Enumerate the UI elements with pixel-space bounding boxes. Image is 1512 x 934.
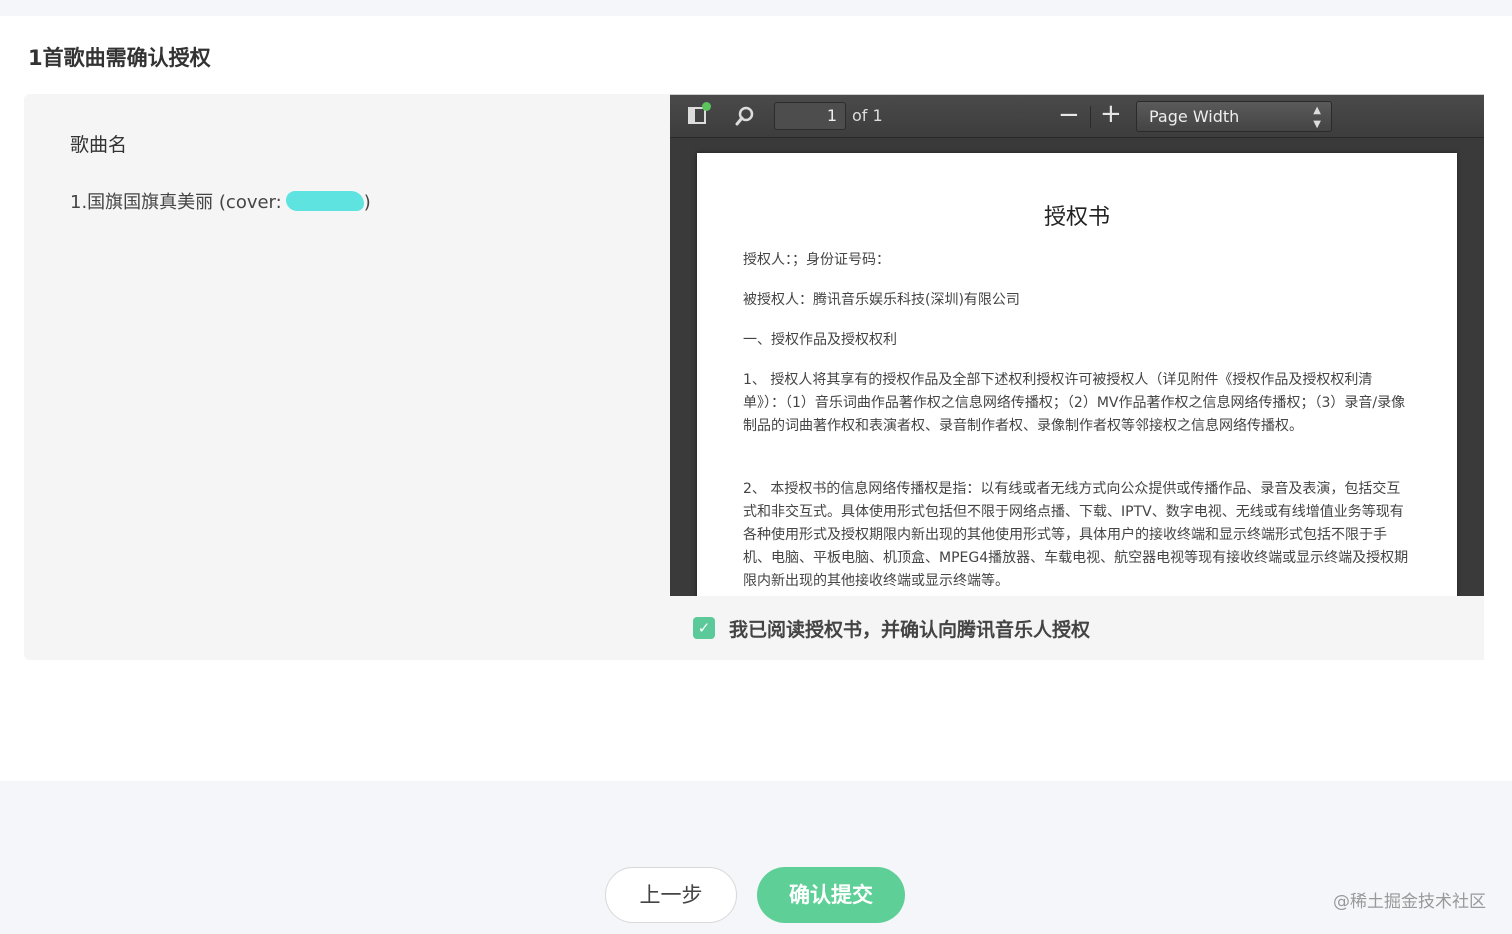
song-list-panel: 歌曲名 1.国旗国旗真美丽 (cover:)	[24, 94, 670, 660]
document-paragraph: 1、 授权人将其享有的授权作品及全部下述权利授权许可被授权人（详见附件《授权作品…	[743, 372, 1406, 434]
watermark: @稀土掘金技术社区	[1333, 892, 1486, 912]
song-title: 1.国旗国旗真美丽 (cover:	[70, 192, 282, 213]
search-icon[interactable]	[734, 105, 756, 127]
song-name-column-title: 歌曲名	[70, 134, 128, 156]
confirm-submit-button[interactable]: 确认提交	[757, 867, 905, 923]
consent-bar: ✓ 我已阅读授权书，并确认向腾讯音乐人授权	[670, 596, 1484, 660]
consent-checkbox[interactable]: ✓	[693, 617, 715, 639]
document-title: 授权书	[1043, 205, 1110, 230]
document-paragraph: 一、授权作品及授权权利	[743, 332, 897, 348]
toolbar-divider	[1090, 106, 1091, 128]
zoom-in-button[interactable]: +	[1100, 100, 1122, 128]
pdf-toolbar: 1 of 1 − + Page Width ▲ ▼	[670, 95, 1484, 138]
pdf-viewer: 1 of 1 − + Page Width ▲ ▼ 授权书 授权人：；身份证号码：…	[670, 94, 1484, 660]
authorization-card: 1首歌曲需确认授权 歌曲名 1.国旗国旗真美丽 (cover:) 1 of 1	[0, 16, 1512, 781]
page-title: 1首歌曲需确认授权	[28, 46, 211, 70]
redaction-mark	[285, 191, 364, 211]
list-item: 1.国旗国旗真美丽 (cover:)	[70, 188, 371, 214]
page-count: of 1	[852, 106, 883, 125]
song-title-suffix: )	[363, 192, 371, 213]
consent-label[interactable]: 我已阅读授权书，并确认向腾讯音乐人授权	[729, 615, 1090, 642]
select-arrows-icon: ▲ ▼	[1313, 105, 1321, 130]
footer-bar: 上一步 确认提交 @稀土掘金技术社区	[0, 781, 1512, 934]
pdf-page: 授权书 授权人：；身份证号码： 被授权人：腾讯音乐娱乐科技(深圳)有限公司 一、…	[697, 153, 1457, 596]
sidebar-toggle-icon[interactable]	[688, 102, 711, 127]
zoom-select[interactable]: Page Width ▲ ▼	[1136, 101, 1332, 132]
zoom-out-button[interactable]: −	[1058, 101, 1080, 129]
page-number-input[interactable]: 1	[774, 102, 846, 130]
top-strip	[0, 0, 1512, 16]
document-paragraph: 授权人：；身份证号码：	[743, 252, 890, 268]
zoom-select-value: Page Width	[1149, 107, 1240, 126]
pdf-scroll-area[interactable]: 1 of 1 − + Page Width ▲ ▼ 授权书 授权人：；身份证号码：…	[670, 95, 1484, 596]
previous-step-button[interactable]: 上一步	[605, 867, 737, 923]
document-paragraph: 2、 本授权书的信息网络传播权是指：以有线或者无线方式向公众提供或传播作品、录音…	[743, 481, 1409, 589]
document-paragraph: 被授权人：腾讯音乐娱乐科技(深圳)有限公司	[743, 292, 1020, 308]
